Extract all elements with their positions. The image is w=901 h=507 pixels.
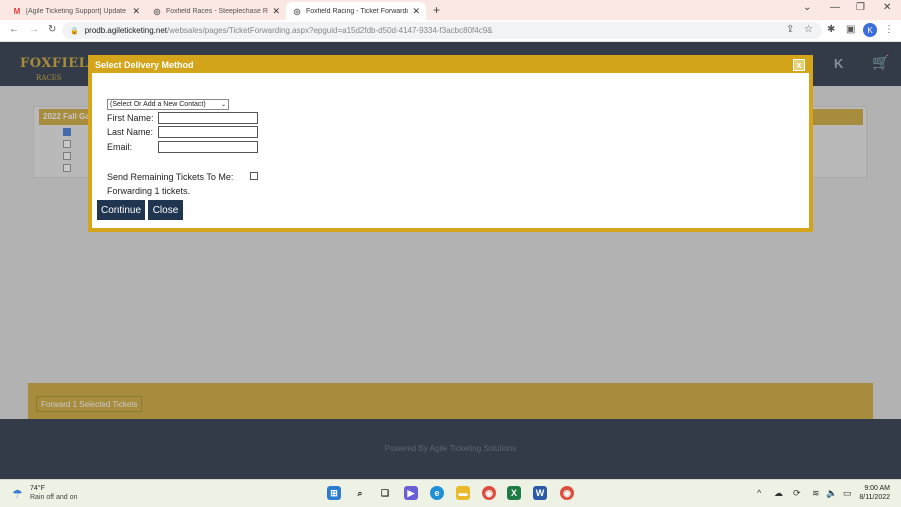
forwarding-count-text: Forwarding 1 tickets.	[107, 186, 191, 196]
globe-icon: ◎	[153, 6, 161, 16]
edge-icon[interactable]: e	[430, 486, 444, 500]
address-bar-row: ← → ↻ 🔒 prodb.agileticketing.net /websal…	[0, 20, 901, 42]
restore-icon[interactable]: ❐	[856, 2, 865, 13]
window-close-icon[interactable]: ✕	[883, 2, 891, 13]
send-remaining-checkbox[interactable]	[250, 172, 258, 180]
task-view-icon[interactable]: ❏	[378, 486, 392, 500]
weather-desc: Rain off and on	[30, 494, 78, 501]
tab-agile-support[interactable]: M [Agile Ticketing Support] Update ✕	[6, 2, 146, 20]
tray-chevron-icon[interactable]: ^	[757, 488, 761, 498]
email-input[interactable]	[158, 141, 258, 153]
weather-temp: 74°F	[30, 485, 45, 492]
sync-icon[interactable]: ⟳	[793, 488, 801, 499]
profile-avatar[interactable]: K	[863, 23, 877, 37]
close-icon[interactable]: ✕	[412, 6, 420, 17]
close-button[interactable]: Close	[148, 200, 183, 220]
url-field[interactable]: 🔒 prodb.agileticketing.net /websales/pag…	[62, 22, 822, 39]
new-tab-button[interactable]: +	[433, 3, 440, 17]
url-path: /websales/pages/TicketForwarding.aspx?ep…	[167, 26, 493, 35]
teams-chat-icon[interactable]: ▶	[404, 486, 418, 500]
globe-icon: ◎	[293, 6, 301, 16]
bookmark-star-icon[interactable]: ☆	[804, 24, 813, 35]
word-icon[interactable]: W	[533, 486, 547, 500]
chevron-down-icon: ⌄	[220, 102, 226, 108]
reload-icon[interactable]: ↻	[48, 24, 56, 35]
start-icon[interactable]: ⊞	[327, 486, 341, 500]
excel-icon[interactable]: X	[507, 486, 521, 500]
continue-button[interactable]: Continue	[97, 200, 145, 220]
forward-icon[interactable]: →	[29, 24, 39, 35]
file-explorer-icon[interactable]: ▬	[456, 486, 470, 500]
back-icon[interactable]: ←	[9, 24, 19, 35]
tab-search-icon[interactable]: ⌄	[803, 2, 811, 13]
chrome-profile-icon[interactable]: ◉	[560, 486, 574, 500]
contact-select-value: (Select Or Add a New Contact)	[110, 101, 206, 108]
extensions-icon[interactable]: ✱	[827, 24, 835, 35]
lock-icon: 🔒	[70, 27, 79, 35]
chrome-icon[interactable]: ◉	[482, 486, 496, 500]
kebab-menu-icon[interactable]: ⋮	[884, 24, 894, 35]
gmail-icon: M	[13, 6, 21, 16]
send-remaining-label: Send Remaining Tickets To Me:	[107, 172, 234, 182]
weather-rain-icon[interactable]: ☂	[12, 487, 23, 501]
last-name-label: Last Name:	[107, 127, 154, 137]
url-host: prodb.agileticketing.net	[84, 26, 167, 35]
tab-label: Foxfield Racing - Ticket Forwardi	[306, 7, 408, 15]
close-icon[interactable]: ✕	[132, 6, 140, 17]
email-label: Email:	[107, 142, 133, 152]
dialog-close-icon[interactable]: x	[793, 59, 805, 71]
first-name-input[interactable]	[158, 112, 258, 124]
clock-date[interactable]: 8/11/2022	[858, 494, 890, 501]
tab-foxfield-races[interactable]: ◎ Foxfield Races - Steeplechase Ra ✕	[146, 2, 286, 20]
side-panel-icon[interactable]: ▣	[846, 24, 855, 35]
share-icon[interactable]: ⇪	[786, 24, 794, 35]
volume-icon[interactable]: 🔈	[826, 488, 837, 499]
last-name-input[interactable]	[158, 126, 258, 138]
onedrive-icon[interactable]: ☁	[774, 488, 783, 499]
minimize-icon[interactable]: —	[830, 2, 840, 13]
tab-ticket-forwarding[interactable]: ◎ Foxfield Racing - Ticket Forwardi ✕	[286, 2, 426, 20]
close-icon[interactable]: ✕	[272, 6, 280, 17]
clock-time[interactable]: 9:00 AM	[862, 485, 890, 492]
delivery-method-dialog: Select Delivery Method x (Select Or Add …	[88, 55, 813, 232]
first-name-label: First Name:	[107, 113, 154, 123]
wifi-icon[interactable]: ≋	[812, 488, 820, 499]
search-icon[interactable]: ⌕	[353, 486, 367, 500]
dialog-title: Select Delivery Method x	[92, 59, 809, 73]
taskbar: ☂ 74°F Rain off and on ⊞ ⌕ ❏ ▶ e ▬ ◉ X W…	[0, 479, 901, 507]
tab-label: Foxfield Races - Steeplechase Ra	[166, 7, 269, 15]
dialog-title-text: Select Delivery Method	[95, 60, 194, 70]
battery-icon[interactable]: ▭	[843, 488, 852, 499]
tab-label: [Agile Ticketing Support] Update	[26, 7, 127, 15]
browser-tab-bar: M [Agile Ticketing Support] Update ✕ ◎ F…	[0, 0, 901, 20]
contact-select[interactable]: (Select Or Add a New Contact) ⌄	[107, 99, 229, 110]
